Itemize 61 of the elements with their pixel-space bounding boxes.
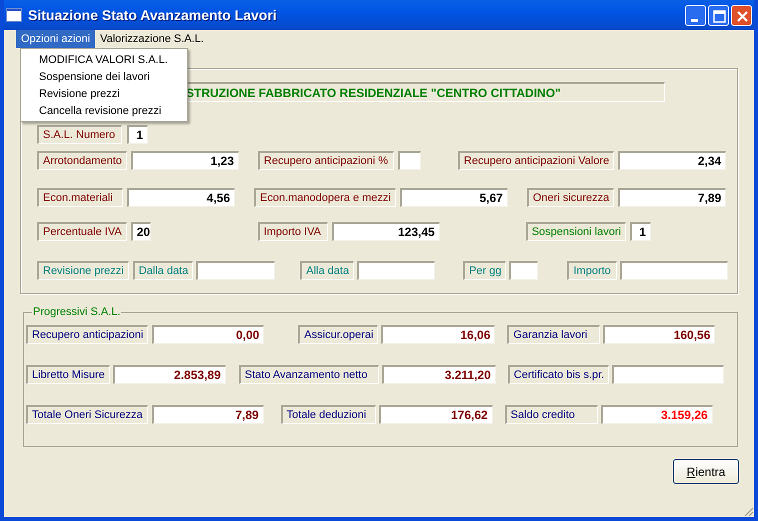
menu-option[interactable]: MODIFICA VALORI S.A.L.	[21, 51, 187, 68]
input-field[interactable]: 3.211,20	[382, 365, 496, 384]
field-label: Percentuale IVA	[37, 222, 127, 241]
input-field[interactable]: 1	[630, 222, 651, 241]
menu-option[interactable]: Cancella revisione prezzi	[21, 102, 187, 119]
group-title: Progressivi S.A.L.	[32, 306, 122, 318]
field-label: Certificato bis s.pr.	[508, 365, 610, 384]
input-field[interactable]	[612, 365, 724, 384]
field-label: Importo IVA	[258, 222, 328, 241]
field-label: Revisione prezzi	[37, 261, 129, 280]
input-field[interactable]: 123,45	[332, 222, 440, 241]
input-field[interactable]: 0,00	[152, 325, 264, 344]
field-label: S.A.L. Numero	[37, 125, 122, 144]
maximize-button[interactable]	[708, 4, 729, 26]
menu-item[interactable]: Valorizzazione S.A.L.	[95, 30, 209, 48]
field-label: Recupero anticipazioni Valore	[458, 151, 614, 170]
input-field[interactable]: 20	[130, 222, 151, 241]
input-field[interactable]	[357, 261, 436, 280]
field-label: Per gg	[463, 261, 506, 280]
field-label: Dalla data	[132, 261, 194, 280]
field-label: Importo	[567, 261, 618, 280]
field-label: Alla data	[300, 261, 354, 280]
input-field[interactable]: 7,89	[618, 188, 726, 207]
minimize-icon	[691, 18, 698, 22]
field-label: Sospensioni lavori	[526, 222, 626, 241]
field-label: Libretto Misure	[26, 365, 110, 384]
window-icon	[6, 8, 22, 22]
field-label: Oneri sicurezza	[526, 188, 614, 207]
input-field[interactable]: 2,34	[618, 151, 726, 170]
menu-item[interactable]: Opzioni azioni	[16, 30, 96, 48]
rientra-button[interactable]: Rientra	[673, 459, 739, 484]
field-label: Recupero anticipazioni	[26, 325, 148, 344]
window-title: Situazione Stato Avanzamento Lavori	[28, 7, 278, 23]
input-field[interactable]: 1	[127, 125, 148, 144]
field-label: Saldo credito	[504, 405, 598, 424]
input-field[interactable]: 1,23	[130, 151, 239, 170]
field-label: Totale deduzioni	[280, 405, 376, 424]
input-field[interactable]: 176,62	[378, 405, 493, 424]
field-label: Arrotondamento	[37, 151, 127, 170]
input-field[interactable]	[509, 261, 538, 280]
field-label: Garanzia lavori	[507, 325, 600, 344]
input-field[interactable]: 4,56	[127, 188, 235, 207]
input-field[interactable]	[620, 261, 728, 280]
field-label: Recupero anticipazioni %	[258, 151, 394, 170]
field-label: Assicur.operai	[298, 325, 378, 344]
input-field[interactable]: 3.159,26	[600, 405, 713, 424]
menu-option[interactable]: Sospensione dei lavori	[21, 68, 187, 85]
input-field[interactable]: 7,89	[152, 405, 264, 424]
field-label: Econ.manodopera e mezzi	[254, 188, 396, 207]
field-label: Econ.materiali	[37, 188, 123, 207]
input-field[interactable]: 2.853,89	[112, 365, 226, 384]
input-field[interactable]	[196, 261, 276, 280]
minimize-button[interactable]	[685, 4, 706, 26]
field-label: Totale Oneri Sicurezza	[26, 405, 148, 424]
input-field[interactable]	[398, 151, 421, 170]
input-field[interactable]: 160,56	[603, 325, 716, 344]
close-button[interactable]	[731, 4, 752, 26]
input-field[interactable]: 5,67	[400, 188, 508, 207]
resize-grip-icon	[742, 505, 754, 517]
field-label: Stato Avanzamento netto	[238, 365, 379, 384]
input-field[interactable]: 16,06	[381, 325, 496, 344]
